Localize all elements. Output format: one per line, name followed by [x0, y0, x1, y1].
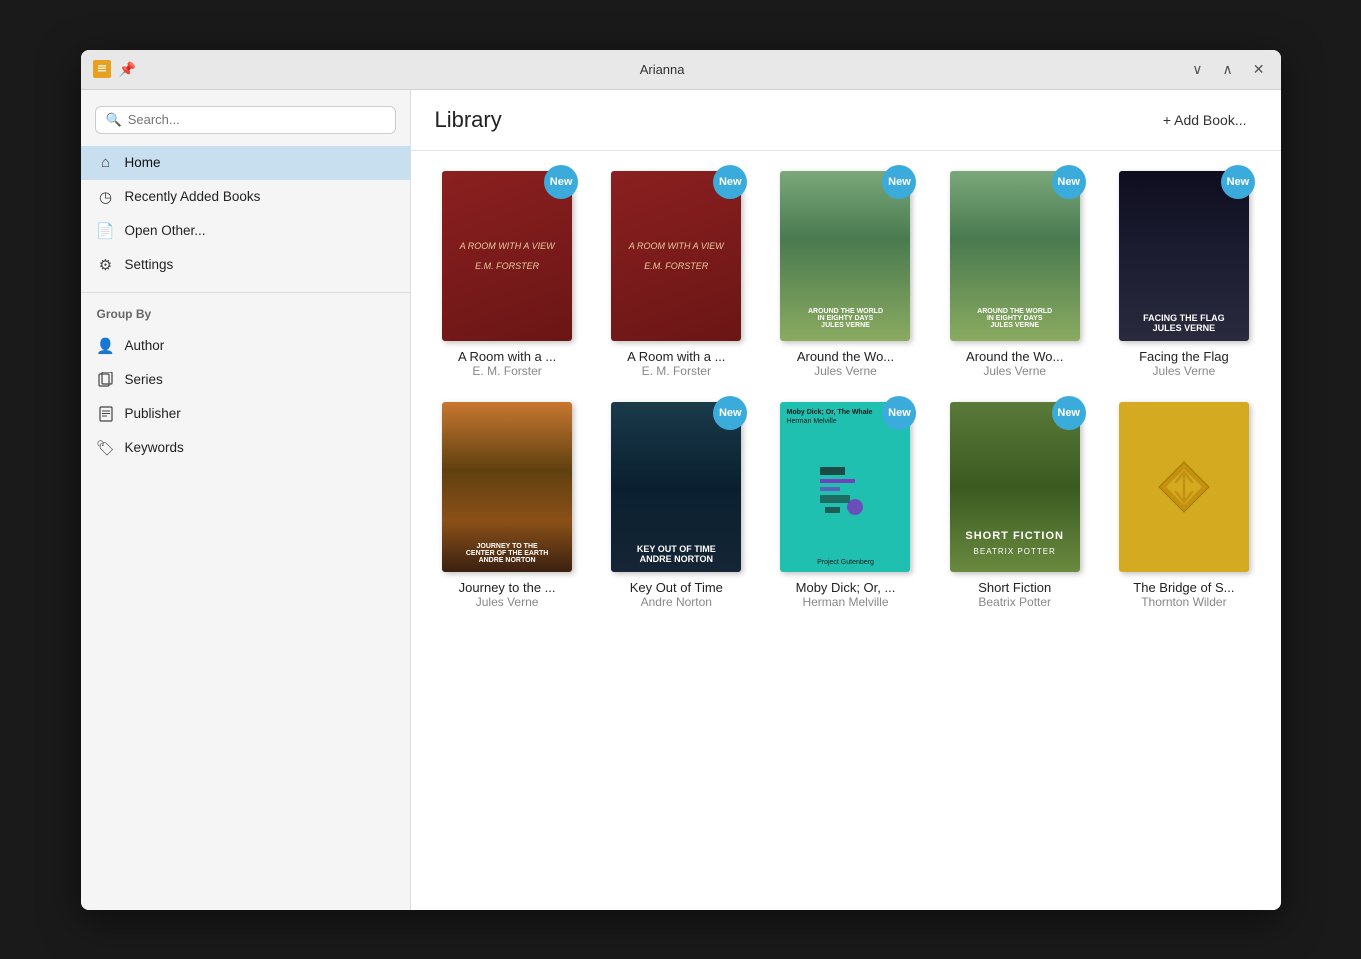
book-cover-wrapper: AROUND THE WORLDIN EIGHTY DAYSJULES VERN… — [950, 171, 1080, 341]
file-icon: 📄 — [97, 222, 115, 240]
add-book-button[interactable]: + Add Book... — [1153, 106, 1257, 134]
book-cover-wrapper: A ROOM WITH A VIEWE.M. FORSTER New — [442, 171, 572, 341]
content-header: Library + Add Book... — [411, 90, 1281, 151]
new-badge: New — [713, 165, 747, 199]
book-item-short-fiction[interactable]: SHORT FICTIONBEATRIX POTTER New Short Fi… — [942, 402, 1087, 609]
new-badge: New — [1221, 165, 1255, 199]
book-author: Jules Verne — [983, 364, 1046, 378]
new-badge: New — [544, 165, 578, 199]
group-by-label: Group By — [81, 303, 410, 329]
new-badge: New — [882, 396, 916, 430]
window-controls: ∨ ∧ ✕ — [1188, 59, 1268, 80]
settings-icon: ⚙ — [97, 256, 115, 274]
book-item-room-1[interactable]: A ROOM WITH A VIEWE.M. FORSTER New A Roo… — [435, 171, 580, 378]
sidebar-item-open-other[interactable]: 📄 Open Other... — [81, 214, 410, 248]
book-item-journey[interactable]: JOURNEY TO THECENTER OF THE EARTHANDRE N… — [435, 402, 580, 609]
book-item-moby-dick[interactable]: Moby Dick; Or, The WhaleHerman Melville — [773, 402, 918, 609]
book-title: The Bridge of S... — [1133, 580, 1234, 595]
book-title: Around the Wo... — [966, 349, 1063, 364]
home-icon: ⌂ — [97, 154, 115, 172]
book-cover-wrapper — [1119, 402, 1249, 572]
app-icon — [93, 60, 111, 78]
series-icon — [97, 371, 115, 389]
book-cover-wrapper: Moby Dick; Or, The WhaleHerman Melville — [780, 402, 910, 572]
book-title: Key Out of Time — [630, 580, 723, 595]
sidebar-publisher-label: Publisher — [125, 406, 181, 421]
book-author: Jules Verne — [476, 595, 539, 609]
tag-icon: 🏷 — [97, 439, 115, 457]
sidebar-item-publisher[interactable]: Publisher — [81, 397, 410, 431]
book-item-around-1[interactable]: AROUND THE WORLDIN EIGHTY DAYSJULES VERN… — [773, 171, 918, 378]
new-badge: New — [713, 396, 747, 430]
book-author: Andre Norton — [641, 595, 712, 609]
search-container: 🔍 — [81, 102, 410, 146]
search-input[interactable] — [128, 112, 385, 127]
book-cover-wrapper: JOURNEY TO THECENTER OF THE EARTHANDRE N… — [442, 402, 572, 572]
book-title: Around the Wo... — [797, 349, 894, 364]
sidebar-recently-added-label: Recently Added Books — [125, 189, 261, 204]
book-cover-wrapper: KEY OUT OF TIMEANDRE NORTON New — [611, 402, 741, 572]
book-author: Herman Melville — [802, 595, 888, 609]
book-cover-wrapper: A ROOM WITH A VIEWE.M. FORSTER New — [611, 171, 741, 341]
book-title: Facing the Flag — [1139, 349, 1229, 364]
sidebar-divider — [81, 292, 410, 293]
search-box: 🔍 — [95, 106, 396, 134]
book-item-around-2[interactable]: AROUND THE WORLDIN EIGHTY DAYSJULES VERN… — [942, 171, 1087, 378]
main-area: 🔍 ⌂ Home ◷ Recently Added Books 📄 Open O… — [81, 90, 1281, 910]
book-title: Journey to the ... — [459, 580, 556, 595]
app-window: 📌 Arianna ∨ ∧ ✕ 🔍 ⌂ Home ◷ — [81, 50, 1281, 910]
sidebar-item-author[interactable]: 👤 Author — [81, 329, 410, 363]
sidebar-series-label: Series — [125, 372, 163, 387]
book-cover: JOURNEY TO THECENTER OF THE EARTHANDRE N… — [442, 402, 572, 572]
sidebar-item-settings[interactable]: ⚙ Settings — [81, 248, 410, 282]
book-title: Moby Dick; Or, ... — [796, 580, 896, 595]
pin-icon[interactable]: 📌 — [119, 61, 136, 78]
books-grid: A ROOM WITH A VIEWE.M. FORSTER New A Roo… — [435, 171, 1257, 609]
book-cover — [1119, 402, 1249, 572]
sidebar-item-home[interactable]: ⌂ Home — [81, 146, 410, 180]
book-author: Jules Verne — [1153, 364, 1216, 378]
clock-icon: ◷ — [97, 188, 115, 206]
epub-icon — [1154, 457, 1214, 517]
books-grid-container: A ROOM WITH A VIEWE.M. FORSTER New A Roo… — [411, 151, 1281, 910]
book-author: E. M. Forster — [642, 364, 711, 378]
book-title: A Room with a ... — [458, 349, 556, 364]
sidebar-item-series[interactable]: Series — [81, 363, 410, 397]
sidebar-home-label: Home — [125, 155, 161, 170]
book-cover-wrapper: FACING THE FLAGJULES VERNE New — [1119, 171, 1249, 341]
sidebar: 🔍 ⌂ Home ◷ Recently Added Books 📄 Open O… — [81, 90, 411, 910]
publisher-icon — [97, 405, 115, 423]
book-title: Short Fiction — [978, 580, 1051, 595]
search-icon: 🔍 — [106, 112, 122, 128]
book-author: Thornton Wilder — [1141, 595, 1226, 609]
book-author: E. M. Forster — [472, 364, 541, 378]
minimize-button[interactable]: ∨ — [1188, 59, 1206, 80]
maximize-button[interactable]: ∧ — [1219, 59, 1237, 80]
book-item-bridge[interactable]: The Bridge of S... Thornton Wilder — [1111, 402, 1256, 609]
new-badge: New — [882, 165, 916, 199]
book-author: Beatrix Potter — [978, 595, 1051, 609]
sidebar-settings-label: Settings — [125, 257, 174, 272]
book-item-key-out-of-time[interactable]: KEY OUT OF TIMEANDRE NORTON New Key Out … — [604, 402, 749, 609]
book-author: Jules Verne — [814, 364, 877, 378]
title-bar: 📌 Arianna ∨ ∧ ✕ — [81, 50, 1281, 90]
book-title: A Room with a ... — [627, 349, 725, 364]
library-title: Library — [435, 107, 502, 133]
book-item-room-2[interactable]: A ROOM WITH A VIEWE.M. FORSTER New A Roo… — [604, 171, 749, 378]
window-title: Arianna — [640, 62, 685, 77]
sidebar-keywords-label: Keywords — [125, 440, 184, 455]
new-badge: New — [1052, 165, 1086, 199]
close-button[interactable]: ✕ — [1249, 59, 1269, 80]
book-cover-wrapper: SHORT FICTIONBEATRIX POTTER New — [950, 402, 1080, 572]
sidebar-author-label: Author — [125, 338, 165, 353]
person-icon: 👤 — [97, 337, 115, 355]
book-item-facing-flag[interactable]: FACING THE FLAGJULES VERNE New Facing th… — [1111, 171, 1256, 378]
book-cover-wrapper: AROUND THE WORLDIN EIGHTY DAYSJULES VERN… — [780, 171, 910, 341]
new-badge: New — [1052, 396, 1086, 430]
sidebar-item-recently-added[interactable]: ◷ Recently Added Books — [81, 180, 410, 214]
sidebar-open-other-label: Open Other... — [125, 223, 206, 238]
sidebar-item-keywords[interactable]: 🏷 Keywords — [81, 431, 410, 465]
title-bar-left: 📌 — [93, 60, 136, 78]
content-area: Library + Add Book... A ROOM WITH A VIEW… — [411, 90, 1281, 910]
